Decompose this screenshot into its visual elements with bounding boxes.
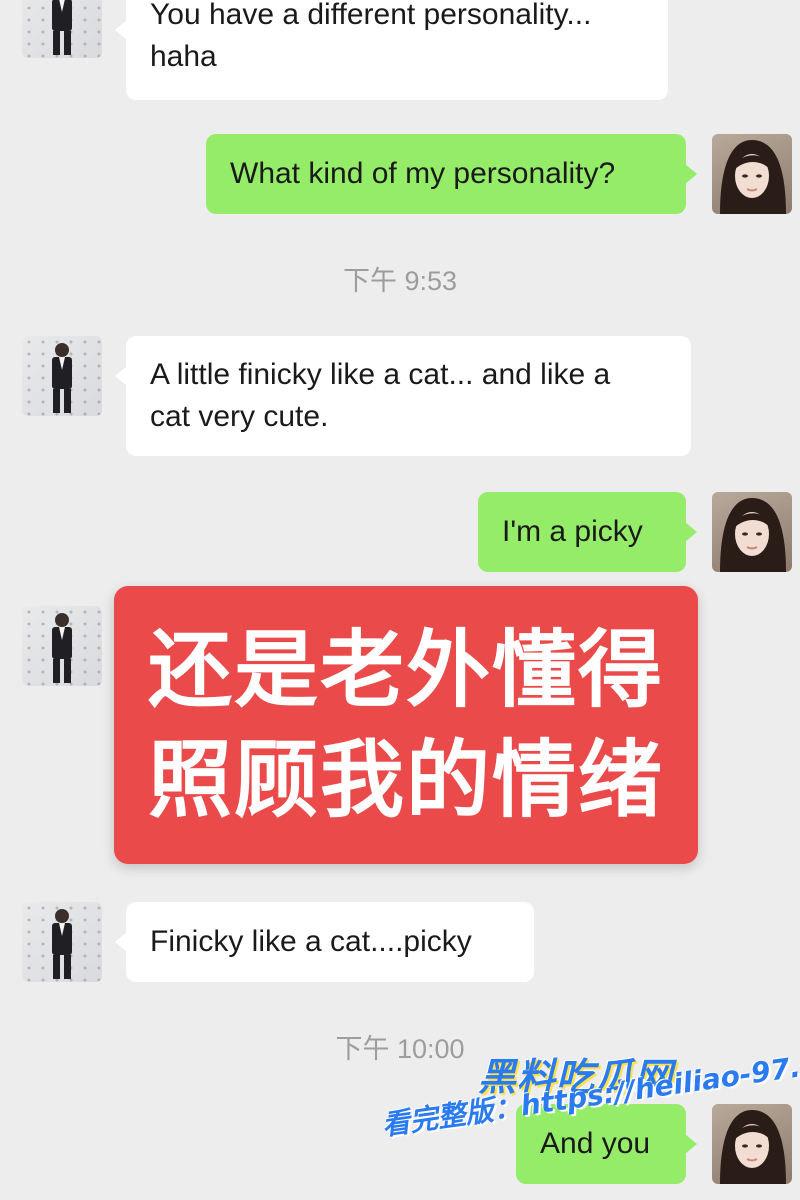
message-text: Finicky like a cat....picky: [150, 925, 472, 958]
contact-avatar[interactable]: [22, 0, 102, 58]
chat-window: You have a different personality... haha…: [0, 0, 800, 1200]
caption-overlay: 还是老外懂得 照顾我的情绪: [114, 586, 698, 864]
message-text: I'm a picky: [502, 515, 643, 548]
my-avatar[interactable]: [712, 492, 792, 572]
contact-avatar[interactable]: [22, 336, 102, 416]
message-text: What kind of my personality?: [230, 157, 616, 190]
message-bubble-incoming[interactable]: Finicky like a cat....picky: [115, 902, 534, 982]
message-bubble-outgoing[interactable]: I'm a picky: [478, 492, 697, 572]
timestamp: 下午 9:53: [342, 266, 458, 296]
message-bubble-incoming[interactable]: A little finicky like a cat... and like …: [115, 336, 691, 456]
my-avatar[interactable]: [712, 1104, 792, 1184]
contact-avatar[interactable]: [22, 902, 102, 982]
message-text: haha: [150, 40, 217, 73]
message-text: A little finicky like a cat... and like …: [150, 358, 611, 391]
message-text: cat very cute.: [150, 400, 329, 433]
message-bubble-outgoing[interactable]: What kind of my personality?: [206, 134, 697, 214]
caption-line-1: 还是老外懂得: [147, 621, 664, 719]
my-avatar[interactable]: [712, 134, 792, 214]
caption-line-2: 照顾我的情绪: [147, 731, 664, 829]
contact-avatar[interactable]: [22, 606, 102, 686]
message-text: And you: [540, 1127, 651, 1160]
message-text: You have a different personality...: [150, 0, 592, 31]
message-bubble-incoming[interactable]: You have a different personality... haha: [115, 0, 668, 100]
